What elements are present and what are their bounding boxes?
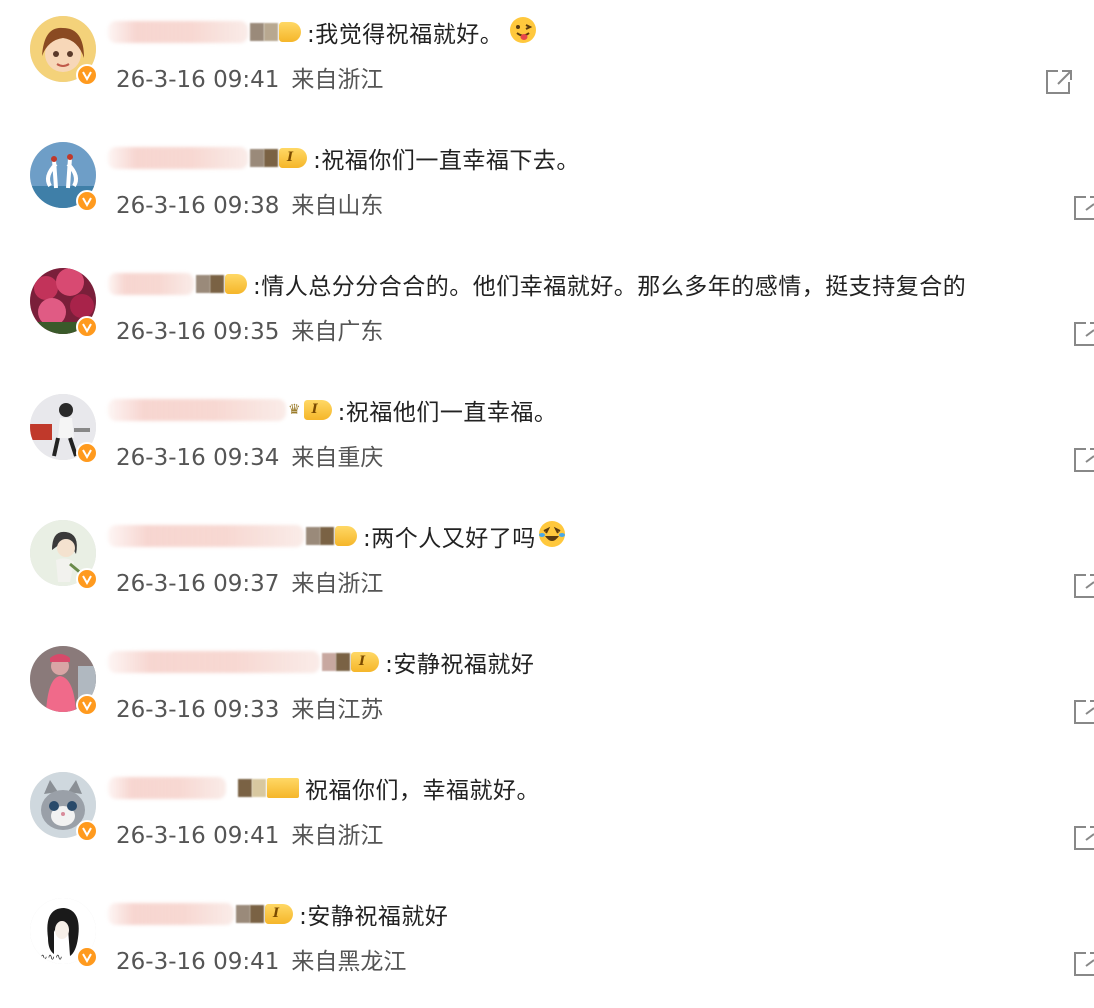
user-level-badge: [250, 21, 301, 43]
comment-item: 祝福你们，幸福就好。 26-3-16 09:41 来自浙江: [0, 756, 1094, 882]
comment-location: 来自山东: [291, 193, 384, 219]
comment-text: :我觉得祝福就好。: [307, 22, 504, 48]
comment-text: :安静祝福就好: [299, 904, 449, 930]
comment-item: :我觉得祝福就好。 26-3-16 09:41 来自浙江: [0, 0, 1094, 126]
comment-time: 26-3-16 09:34: [116, 445, 280, 471]
verified-badge-icon: [76, 64, 98, 86]
comment-line: :两个人又好了吗: [108, 516, 566, 556]
comment-line: I :安静祝福就好: [108, 642, 534, 682]
comment-line: 祝福你们，幸福就好。: [108, 768, 540, 808]
share-icon[interactable]: [1072, 572, 1094, 600]
user-level-badge: ♛ I: [288, 399, 332, 421]
verified-badge-icon: [76, 190, 98, 212]
comment-item: ♛ I :祝福他们一直幸福。 26-3-16 09:34 来自重庆: [0, 378, 1094, 504]
username-blurred[interactable]: [108, 147, 248, 169]
comment-line: I :祝福你们一直幸福下去。: [108, 138, 580, 178]
comment-location: 来自黑龙江: [291, 949, 407, 975]
comment-time: 26-3-16 09:41: [116, 949, 280, 975]
user-level-badge: [196, 273, 247, 295]
user-level-badge: I: [322, 651, 380, 673]
comment-location: 来自浙江: [291, 571, 384, 597]
laughing-tears-emoji: [538, 520, 566, 552]
comment-meta: 26-3-16 09:41 来自黑龙江: [116, 942, 406, 976]
comment-item: I :祝福你们一直幸福下去。 26-3-16 09:38 来自山东: [0, 126, 1094, 252]
verified-badge-icon: [76, 316, 98, 338]
comment-meta: 26-3-16 09:35 来自广东: [116, 312, 383, 346]
comment-time: 26-3-16 09:41: [116, 823, 280, 849]
share-icon[interactable]: [1072, 446, 1094, 474]
share-icon[interactable]: [1072, 194, 1094, 222]
comment-meta: 26-3-16 09:34 来自重庆: [116, 438, 383, 472]
share-icon[interactable]: [1072, 698, 1094, 726]
comment-meta: 26-3-16 09:33 来自江苏: [116, 690, 383, 724]
user-avatar[interactable]: [30, 268, 98, 338]
user-avatar[interactable]: [30, 394, 98, 464]
comment-text: :祝福你们一直幸福下去。: [313, 148, 580, 174]
comment-time: 26-3-16 09:37: [116, 571, 280, 597]
comment-location: 来自广东: [291, 319, 384, 345]
comment-meta: 26-3-16 09:41 来自浙江: [116, 816, 383, 850]
verified-badge-icon: [76, 442, 98, 464]
user-avatar[interactable]: [30, 772, 98, 842]
comment-text: :两个人又好了吗: [363, 526, 536, 552]
tongue-out-face-emoji: [509, 16, 537, 48]
svg-text:∿∿∿: ∿∿∿: [40, 953, 63, 963]
comment-time: 26-3-16 09:33: [116, 697, 280, 723]
comment-item: :情人总分分合合的。他们幸福就好。那么多年的感情，挺支持复合的 26-3-16 …: [0, 252, 1094, 378]
share-icon[interactable]: [1044, 68, 1074, 96]
comment-meta: 26-3-16 09:38 来自山东: [116, 186, 383, 220]
username-blurred[interactable]: [108, 903, 234, 925]
user-avatar[interactable]: [30, 520, 98, 590]
comment-location: 来自浙江: [291, 823, 384, 849]
user-avatar[interactable]: [30, 646, 98, 716]
comment-time: 26-3-16 09:35: [116, 319, 280, 345]
comment-list: :我觉得祝福就好。 26-3-16 09:41 来自浙江 I :祝福你们一直幸福下: [0, 0, 1094, 992]
share-icon[interactable]: [1072, 320, 1094, 348]
comment-item: ∿∿∿ I :安静祝福就好 26-3-16 09:41 来自黑龙江: [0, 882, 1094, 1008]
username-blurred[interactable]: [108, 21, 248, 43]
username-blurred[interactable]: [108, 399, 286, 421]
comment-time: 26-3-16 09:38: [116, 193, 280, 219]
comment-line: ♛ I :祝福他们一直幸福。: [108, 390, 557, 430]
verified-badge-icon: [76, 820, 98, 842]
user-level-badge: [228, 777, 299, 799]
comment-location: 来自江苏: [291, 697, 384, 723]
username-blurred[interactable]: [108, 525, 304, 547]
comment-meta: 26-3-16 09:37 来自浙江: [116, 564, 383, 598]
user-avatar[interactable]: ∿∿∿: [30, 898, 98, 968]
user-avatar[interactable]: [30, 142, 98, 212]
comment-location: 来自浙江: [291, 67, 384, 93]
comment-meta: 26-3-16 09:41 来自浙江: [116, 60, 383, 94]
share-icon[interactable]: [1072, 950, 1094, 978]
username-blurred[interactable]: [108, 273, 194, 295]
share-icon[interactable]: [1072, 824, 1094, 852]
user-avatar[interactable]: [30, 16, 98, 86]
comment-item: :两个人又好了吗 26-3-16 09:37 来自浙江: [0, 504, 1094, 630]
crown-icon: ♛: [288, 402, 301, 418]
comment-text: :情人总分分合合的。他们幸福就好。那么多年的感情，挺支持复合的: [253, 274, 967, 300]
verified-badge-icon: [76, 694, 98, 716]
verified-badge-icon: [76, 946, 98, 968]
username-blurred[interactable]: [108, 777, 226, 799]
comment-line: :我觉得祝福就好。: [108, 12, 537, 52]
comment-line: :情人总分分合合的。他们幸福就好。那么多年的感情，挺支持复合的: [108, 264, 966, 304]
user-level-badge: [306, 525, 357, 547]
comment-text: :安静祝福就好: [385, 652, 535, 678]
comment-text: 祝福你们，幸福就好。: [305, 778, 540, 804]
user-level-badge: I: [236, 903, 294, 925]
comment-location: 来自重庆: [291, 445, 384, 471]
comment-time: 26-3-16 09:41: [116, 67, 280, 93]
verified-badge-icon: [76, 568, 98, 590]
comment-line: I :安静祝福就好: [108, 894, 448, 934]
user-level-badge: I: [250, 147, 308, 169]
comment-text: :祝福他们一直幸福。: [337, 400, 558, 426]
comment-item: I :安静祝福就好 26-3-16 09:33 来自江苏: [0, 630, 1094, 756]
username-blurred[interactable]: [108, 651, 320, 673]
